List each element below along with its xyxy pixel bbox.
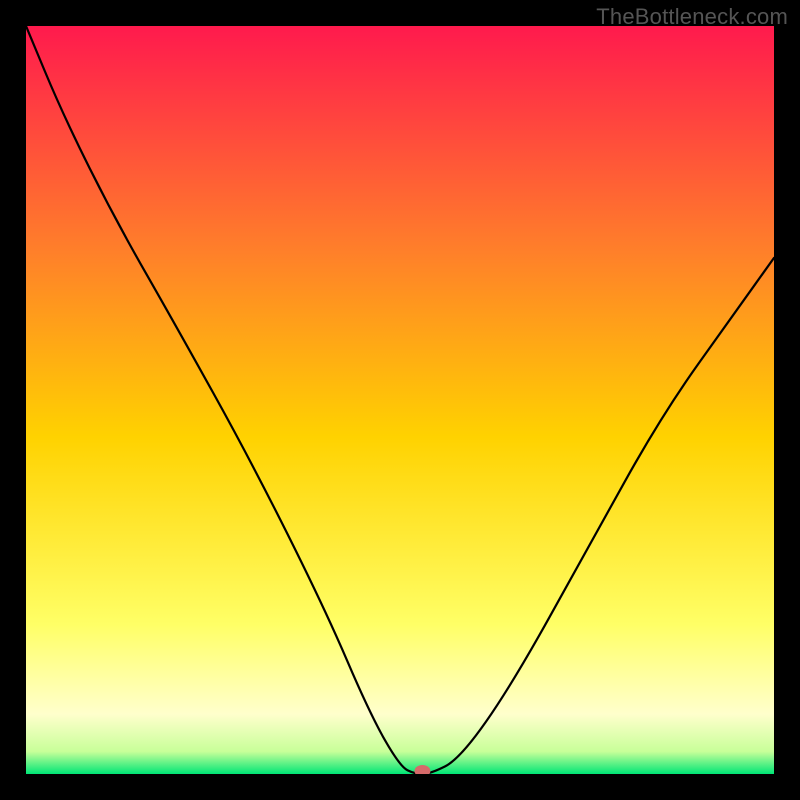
chart-frame [26,26,774,774]
chart-svg [26,26,774,774]
watermark-text: TheBottleneck.com [596,4,788,30]
plot-area [26,26,774,774]
bottleneck-curve [26,26,774,774]
optimum-marker [414,765,430,774]
